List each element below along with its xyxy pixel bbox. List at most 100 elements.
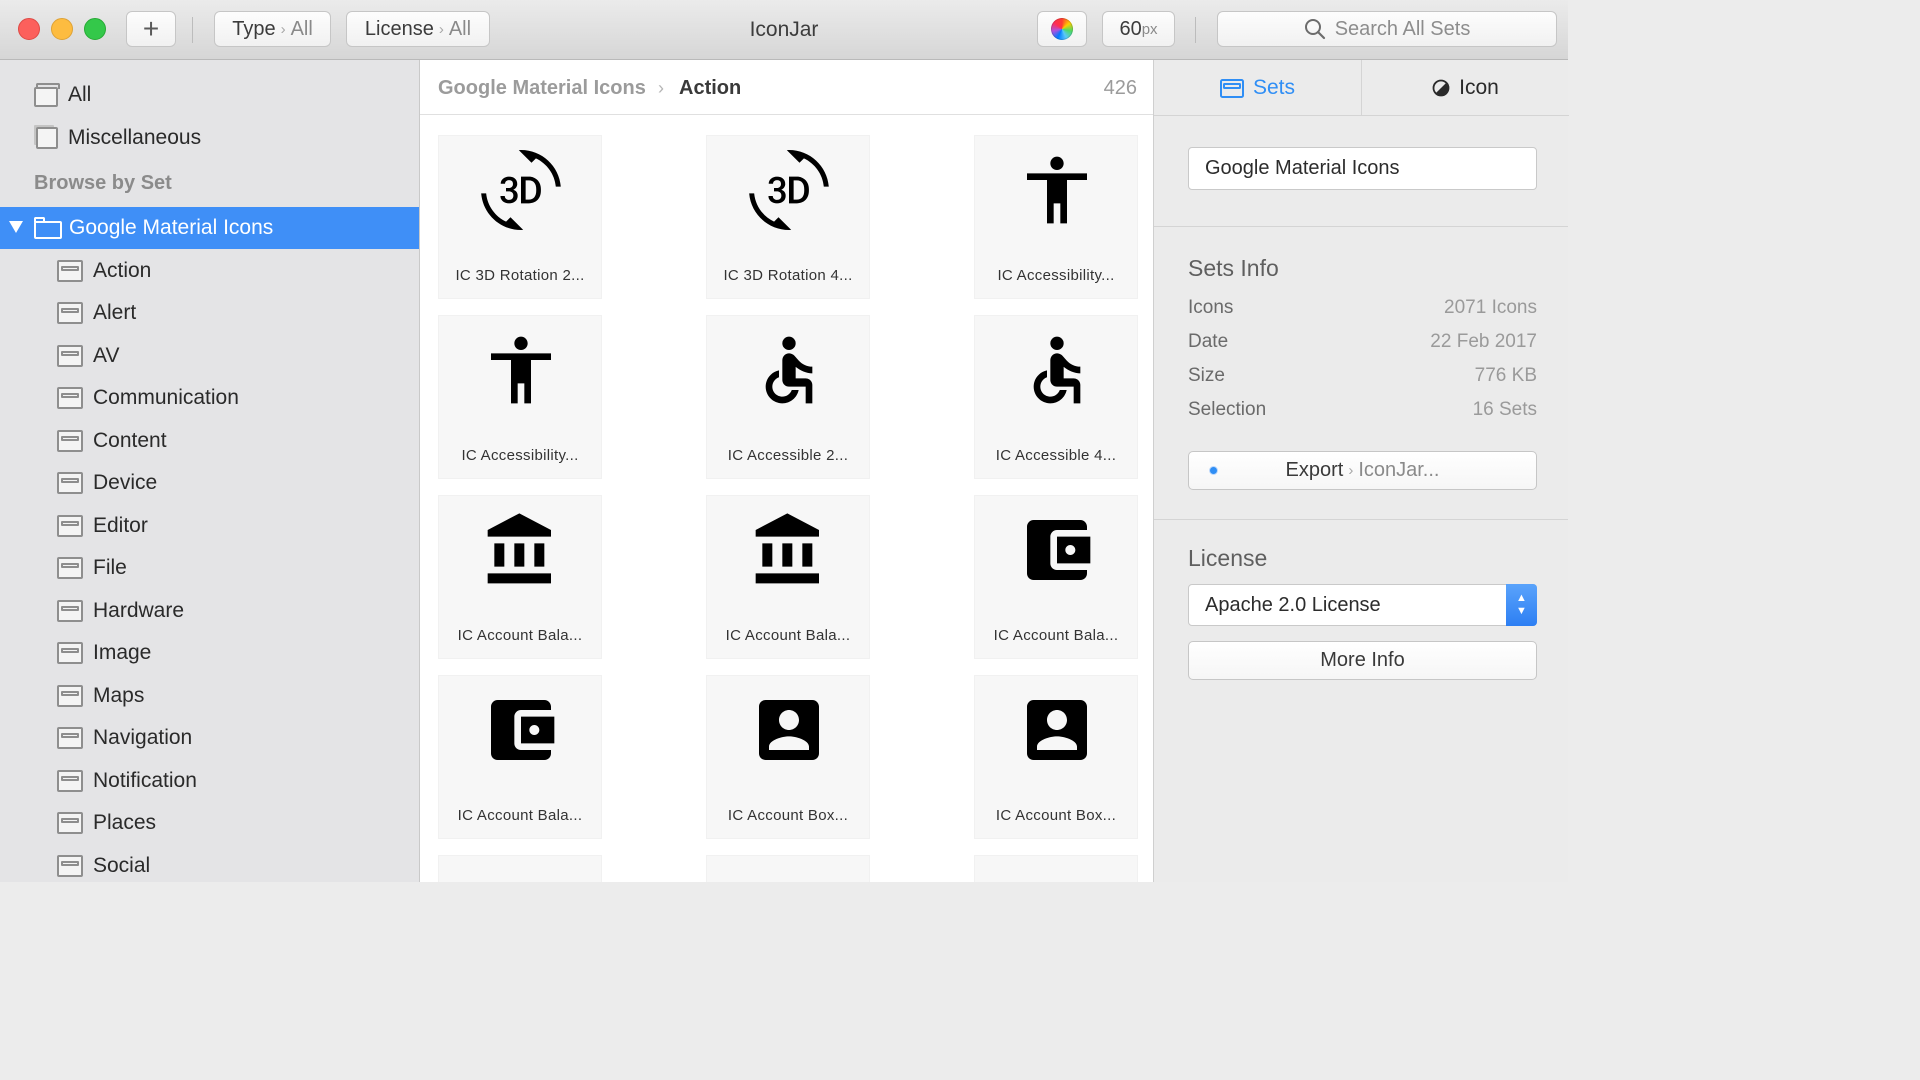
sidebar-item-label: Notification (93, 769, 197, 792)
color-picker-button[interactable] (1037, 11, 1087, 47)
account-box-icon (759, 700, 819, 760)
export-icon (1210, 467, 1217, 474)
sidebar-item-group[interactable]: Editor (0, 505, 419, 547)
sidebar-item-all[interactable]: All (0, 74, 419, 116)
icon-cell[interactable]: IC Account Box... (706, 675, 870, 839)
license-filter-value: All (448, 17, 472, 40)
sidebar-item-label: Maps (93, 684, 145, 707)
sidebar-item-group[interactable]: Content (0, 420, 419, 462)
info-label: Selection (1188, 399, 1267, 420)
icon-cell[interactable] (706, 855, 870, 882)
sidebar-item-group[interactable]: Social (0, 845, 419, 882)
sidebar: All Miscellaneous Browse by Set Google M… (0, 60, 420, 882)
info-row-selection: Selection 16 Sets (1188, 399, 1537, 421)
tab-icon[interactable]: Icon (1362, 60, 1569, 116)
icon-cell[interactable] (438, 855, 602, 882)
close-window-button[interactable] (18, 18, 40, 40)
sidebar-item-group[interactable]: Device (0, 462, 419, 504)
icon-cell[interactable]: IC 3D Rotation 4... (706, 135, 870, 299)
more-info-button[interactable]: More Info (1188, 641, 1537, 680)
icon-cell[interactable]: IC 3D Rotation 2... (438, 135, 602, 299)
sidebar-item-label: Miscellaneous (68, 126, 202, 149)
tray-icon (57, 260, 83, 282)
minimize-window-button[interactable] (51, 18, 73, 40)
sidebar-item-group[interactable]: Image (0, 632, 419, 674)
icon-cell[interactable]: IC Accessible 2... (706, 315, 870, 479)
icon-cell[interactable]: IC Account Box... (974, 675, 1138, 839)
icon-caption: IC 3D Rotation 4... (723, 267, 853, 284)
icon-cell[interactable] (974, 855, 1138, 882)
accessibility-icon (491, 336, 551, 404)
chevron-right-icon: › (280, 20, 286, 38)
icon-caption: IC Account Bala... (457, 627, 583, 644)
sidebar-item-group[interactable]: Notification (0, 760, 419, 802)
sidebar-item-group[interactable]: Maps (0, 675, 419, 717)
disclosure-triangle-icon[interactable] (9, 221, 23, 233)
account-circle-icon (481, 870, 561, 882)
tray-icon (57, 387, 83, 409)
info-value: 2071 Icons (1444, 297, 1537, 318)
icon-cell[interactable]: IC Accessibility... (974, 135, 1138, 299)
sidebar-item-miscellaneous[interactable]: Miscellaneous (0, 117, 419, 159)
zoom-window-button[interactable] (84, 18, 106, 40)
icon-size-unit: px (1141, 20, 1158, 38)
icon-caption: IC Account Bala... (993, 627, 1119, 644)
account-circle-icon (1017, 870, 1097, 882)
chevron-right-icon: › (1348, 462, 1354, 479)
icon-cell[interactable]: IC Accessibility... (438, 315, 602, 479)
sidebar-item-group[interactable]: Places (0, 802, 419, 844)
export-button[interactable]: Export › IconJar... (1188, 451, 1537, 490)
sidebar-item-label: Google Material Icons (69, 216, 274, 239)
license-select[interactable]: Apache 2.0 License ▲ ▼ (1188, 584, 1537, 626)
tray-icon (57, 642, 83, 664)
license-filter-button[interactable]: License › All (346, 11, 490, 47)
license-select-value: Apache 2.0 License (1205, 593, 1381, 616)
tray-icon (57, 557, 83, 579)
search-field[interactable]: Search All Sets (1217, 11, 1557, 47)
icon-size-button[interactable]: 60 px (1102, 11, 1175, 47)
icon-cell[interactable]: IC Accessible 4... (974, 315, 1138, 479)
account-balance-wallet-icon (1027, 520, 1091, 580)
info-label: Size (1188, 365, 1225, 386)
icon-caption: IC Account Box... (995, 807, 1117, 824)
tray-icon (57, 770, 83, 792)
info-row-date: Date 22 Feb 2017 (1188, 331, 1537, 353)
add-button[interactable]: + (126, 11, 176, 47)
icon-cell[interactable]: IC Account Bala... (438, 495, 602, 659)
icon-size-value: 60 (1119, 17, 1142, 40)
chevron-right-icon: › (658, 78, 664, 98)
info-value: 16 Sets (1472, 399, 1537, 420)
type-filter-label: Type (232, 17, 276, 40)
sidebar-item-label: All (68, 83, 92, 106)
sidebar-item-label: Hardware (93, 599, 185, 622)
sidebar-item-label: Alert (93, 301, 137, 324)
sidebar-item-google-material-icons[interactable]: Google Material Icons (0, 207, 419, 249)
accessibility-icon (1027, 156, 1087, 224)
sidebar-item-group[interactable]: Navigation (0, 717, 419, 759)
sidebar-item-group[interactable]: AV (0, 335, 419, 377)
search-placeholder: Search All Sets (1334, 17, 1471, 40)
icon-caption: IC Accessible 4... (995, 447, 1117, 464)
account-balance-icon (755, 513, 819, 584)
info-value: 22 Feb 2017 (1430, 331, 1537, 352)
title-bar: + Type › All License › All IconJar 60 px … (0, 0, 1568, 60)
icon-cell[interactable]: IC Account Bala... (438, 675, 602, 839)
type-filter-button[interactable]: Type › All (214, 11, 331, 47)
sidebar-item-group[interactable]: File (0, 547, 419, 589)
accessible-icon (765, 336, 813, 404)
tray-icon (57, 812, 83, 834)
window-title: IconJar (749, 18, 819, 41)
export-label: Export (1285, 459, 1344, 481)
icon-cell[interactable]: IC Account Bala... (706, 495, 870, 659)
sidebar-item-group[interactable]: Action (0, 250, 419, 292)
sidebar-item-group[interactable]: Alert (0, 292, 419, 334)
sidebar-item-group[interactable]: Communication (0, 377, 419, 419)
breadcrumb-set[interactable]: Google Material Icons (438, 77, 646, 100)
sidebar-item-group[interactable]: Hardware (0, 590, 419, 632)
tab-sets[interactable]: Sets (1154, 60, 1362, 116)
set-name-value: Google Material Icons (1205, 157, 1400, 179)
tray-icon (57, 727, 83, 749)
icon-cell[interactable]: IC Account Bala... (974, 495, 1138, 659)
square-icon (36, 127, 58, 149)
set-name-field[interactable]: Google Material Icons (1188, 147, 1537, 190)
